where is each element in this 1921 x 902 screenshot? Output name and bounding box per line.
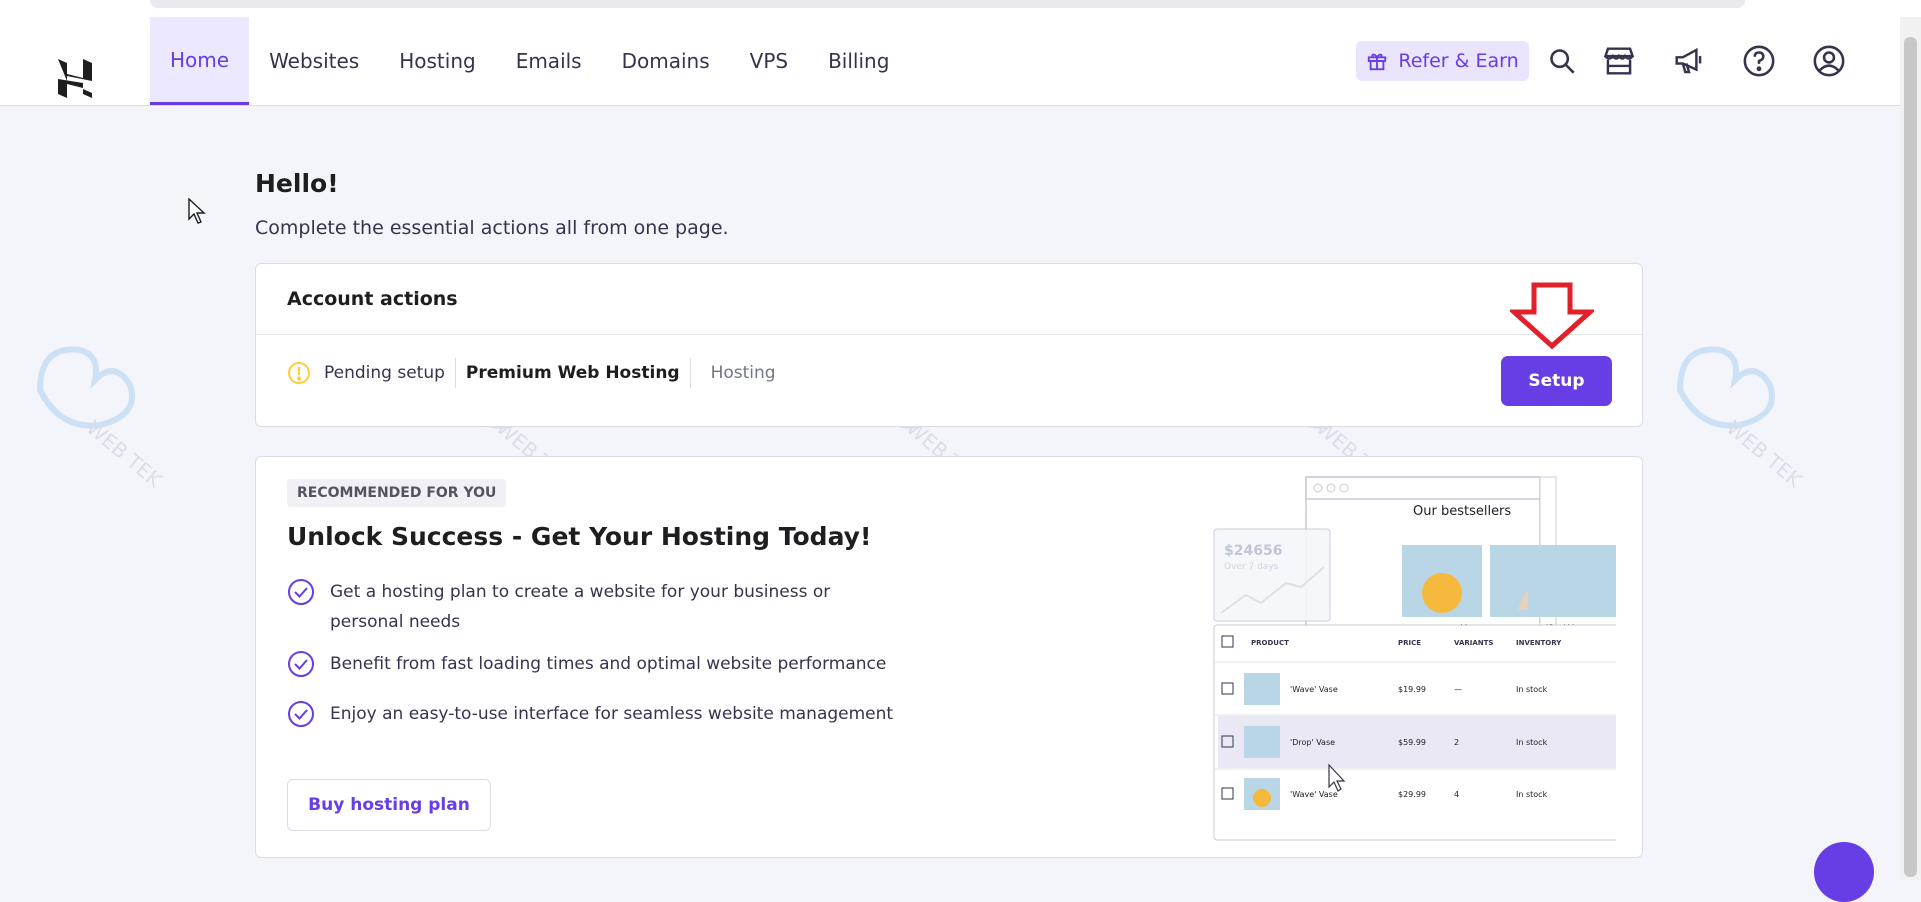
plan-type: Hosting [710,363,776,383]
svg-text:In stock: In stock [1516,738,1548,747]
refer-earn-button[interactable]: Refer & Earn [1356,41,1529,81]
chat-widget-button[interactable] [1814,842,1874,902]
warning-icon [288,362,310,384]
scrollbar-thumb[interactable] [1904,37,1917,877]
browser-top-strip [0,0,1921,18]
svg-text:WEB TEK: WEB TEK [1722,415,1807,492]
account-actions-card: Account actions Pending setup Premium We… [255,263,1643,427]
page-scrollbar[interactable] [1900,17,1921,880]
feature-text: Get a hosting plan to create a website f… [330,582,831,632]
refer-earn-label: Refer & Earn [1398,50,1519,72]
svg-text:Over 7 days: Over 7 days [1224,562,1279,572]
feature-item: Benefit from fast loading times and opti… [287,649,907,679]
main-nav: Home Websites Hosting Emails Domains VPS… [150,17,909,105]
divider [454,358,456,388]
svg-text:WEB TEK: WEB TEK [82,415,167,492]
svg-text:'Wave' Vase: 'Wave' Vase [1290,685,1338,694]
setup-button[interactable]: Setup [1501,356,1612,406]
watermark-logo-icon: WEB TEK [1676,346,1807,493]
svg-text:2: 2 [1454,738,1459,747]
check-circle-icon [288,579,314,605]
divider [689,358,691,388]
feature-list: Get a hosting plan to create a website f… [287,577,907,749]
account-action-row: Pending setup Premium Web Hosting Hostin… [287,358,776,388]
help-icon[interactable] [1741,43,1777,79]
feature-item: Get a hosting plan to create a website f… [287,577,907,637]
svg-text:PRODUCT: PRODUCT [1251,639,1289,647]
svg-text:$19.99: $19.99 [1398,685,1426,694]
promo-title: Unlock Success - Get Your Hosting Today! [287,522,872,551]
recommended-badge: RECOMMENDED FOR YOU [287,479,507,507]
svg-text:INVENTORY: INVENTORY [1516,639,1562,647]
svg-text:$24656: $24656 [1224,543,1282,559]
svg-text:$29.99: $29.99 [1398,790,1426,799]
search-icon[interactable] [1544,43,1580,79]
page-subtitle: Complete the essential actions all from … [255,217,729,239]
svg-text:VARIANTS: VARIANTS [1454,639,1493,647]
nav-hosting[interactable]: Hosting [379,17,495,105]
svg-text:In stock: In stock [1516,685,1548,694]
feature-text: Enjoy an easy-to-use interface for seaml… [330,704,894,724]
megaphone-icon[interactable] [1671,43,1707,79]
gift-icon [1368,53,1387,71]
svg-text:4: 4 [1454,790,1459,799]
feature-item: Enjoy an easy-to-use interface for seaml… [287,699,907,729]
plan-name: Premium Web Hosting [465,363,680,383]
hostinger-logo-icon[interactable] [56,57,94,99]
store-icon[interactable] [1601,43,1637,79]
account-actions-title: Account actions [256,264,1642,335]
nav-vps[interactable]: VPS [730,17,808,105]
nav-domains[interactable]: Domains [602,17,730,105]
feature-text: Benefit from fast loading times and opti… [330,654,887,674]
watermark-logo-icon: WEB TEK [36,346,167,493]
svg-text:—: — [1454,685,1462,694]
buy-hosting-button[interactable]: Buy hosting plan [287,779,491,831]
mouse-cursor-icon [188,198,206,224]
store-illustration: Our bestsellers Vase 'Sun' Vase tems $24… [1213,476,1616,841]
nav-emails[interactable]: Emails [496,17,602,105]
svg-text:'Wave' Vase: 'Wave' Vase [1290,790,1338,799]
check-circle-icon [288,701,314,727]
page-title: Hello! [255,169,339,198]
nav-billing[interactable]: Billing [808,17,909,105]
recommended-card: RECOMMENDED FOR YOU Unlock Success - Get… [255,456,1643,858]
svg-text:$59.99: $59.99 [1398,738,1426,747]
top-header: Home Websites Hosting Emails Domains VPS… [0,17,1900,106]
check-circle-icon [288,651,314,677]
svg-text:Our bestsellers: Our bestsellers [1413,504,1511,519]
down-arrow-annotation-icon [1510,282,1594,350]
svg-text:PRICE: PRICE [1398,639,1421,647]
address-bar-edge [150,0,1745,8]
svg-text:In stock: In stock [1516,790,1548,799]
nav-websites[interactable]: Websites [249,17,379,105]
svg-text:'Drop' Vase: 'Drop' Vase [1290,738,1335,747]
status-label: Pending setup [324,363,445,383]
account-icon[interactable] [1811,43,1847,79]
nav-home[interactable]: Home [150,17,250,105]
